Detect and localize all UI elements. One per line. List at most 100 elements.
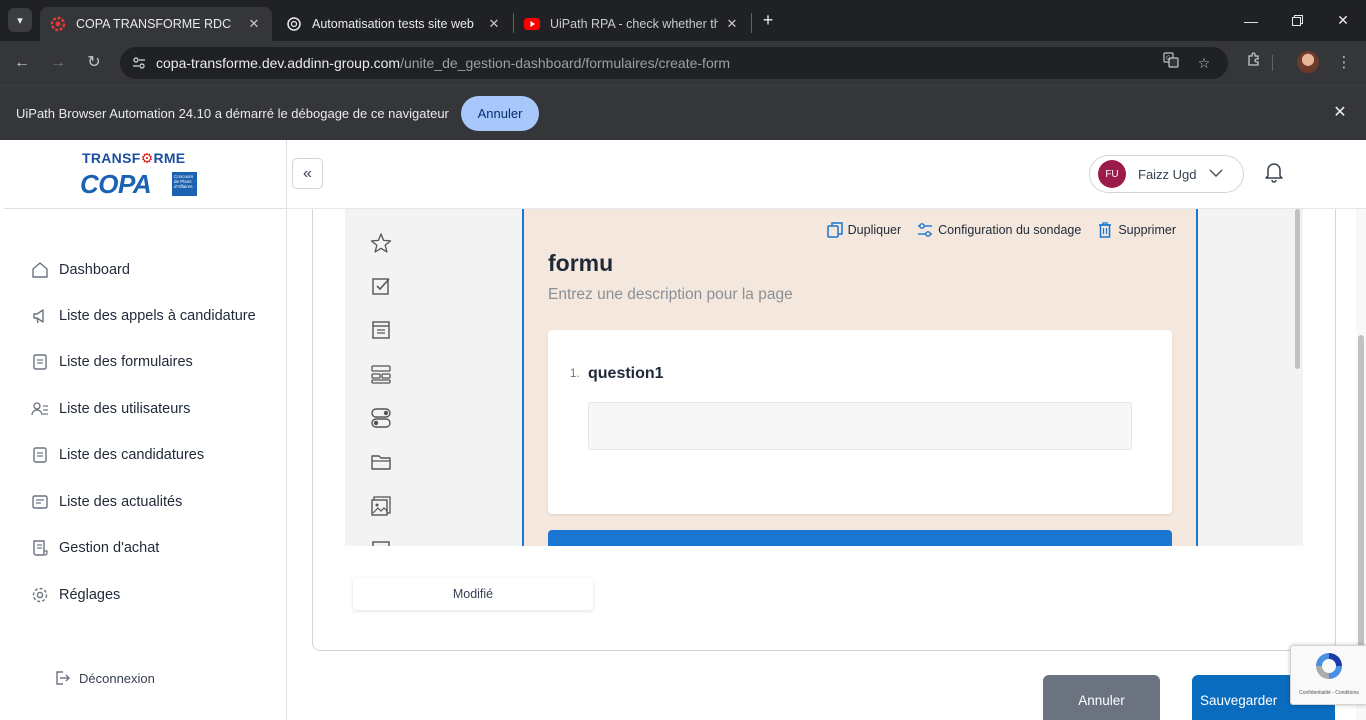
forward-icon[interactable]: → (46, 51, 70, 75)
question-number: 1. (570, 368, 580, 380)
sidebar-divider (4, 208, 287, 209)
restore-icon[interactable] (1274, 0, 1320, 41)
recaptcha-badge[interactable]: Confidentialité - Conditions (1290, 645, 1366, 705)
cancel-button[interactable]: Annuler (1043, 675, 1160, 720)
notification-bell-icon[interactable] (1262, 160, 1286, 184)
form-description[interactable]: Entrez une description pour la page (548, 286, 793, 304)
tab-close-icon[interactable]: ✕ (246, 16, 262, 32)
survey-page-panel[interactable]: Dupliquer Configuration du sondage Suppr… (522, 209, 1198, 546)
tab-separator (751, 13, 752, 33)
svg-text:G: G (1166, 55, 1171, 62)
duplicate-button[interactable]: Dupliquer (826, 222, 902, 238)
home-icon (30, 260, 50, 280)
debug-infobar: UiPath Browser Automation 24.10 a démarr… (0, 85, 1366, 140)
sidebar: TRANSF⚙RME COPA Concours de Plans d'Affa… (0, 140, 287, 720)
avatar: FU (1098, 160, 1126, 188)
sidebar-item-actualites[interactable]: Liste des actualités (30, 492, 182, 512)
tab-title: Automatisation tests site web (312, 17, 474, 31)
minimize-icon[interactable]: — (1228, 0, 1274, 41)
multiple-text-icon[interactable] (369, 362, 393, 386)
sidebar-item-label: Liste des formulaires (59, 354, 193, 370)
openai-favicon-icon (286, 16, 302, 32)
sidebar-item-gestion-achat[interactable]: Gestion d'achat (30, 538, 159, 558)
sidebar-item-label: Réglages (59, 587, 121, 603)
document-icon (30, 445, 50, 465)
tab-copa-transforme[interactable]: COPA TRANSFORME RDC ✕ (40, 7, 272, 41)
tab-search-button[interactable]: ▾ (8, 8, 32, 32)
chevron-down-icon (1209, 168, 1223, 180)
trash-icon (1097, 222, 1113, 238)
infobar-close-icon[interactable]: ✕ (1330, 103, 1350, 123)
star-icon[interactable] (369, 231, 393, 255)
folder-icon[interactable] (369, 450, 393, 474)
logo-line1: TRANSF⚙RME (82, 150, 186, 166)
sidebar-item-reglages[interactable]: Réglages (30, 585, 120, 605)
delete-button[interactable]: Supprimer (1097, 222, 1176, 238)
panel-icon[interactable] (369, 538, 393, 546)
browser-toolbar: ← → ↻ copa-transforme.dev.addinn-group.c… (0, 41, 1366, 85)
address-bar[interactable]: copa-transforme.dev.addinn-group.com/uni… (120, 47, 1228, 79)
modified-tab[interactable]: Modifié (353, 578, 593, 610)
question-title[interactable]: question1 (588, 365, 664, 383)
site-info-icon[interactable] (128, 52, 150, 74)
gear-icon (30, 585, 50, 605)
tab-close-icon[interactable]: ✕ (486, 16, 502, 32)
infobar-message: UiPath Browser Automation 24.10 a démarr… (16, 106, 449, 121)
form-creator: Dupliquer Configuration du sondage Suppr… (345, 209, 1303, 546)
copa-transforme-logo[interactable]: TRANSF⚙RME COPA Concours de Plans d'Affa… (80, 147, 200, 199)
translate-icon[interactable]: G (1160, 52, 1182, 74)
new-tab-icon[interactable]: + (758, 10, 778, 30)
sidebar-item-label: Liste des candidatures (59, 447, 205, 463)
add-question-bar[interactable] (548, 530, 1172, 546)
form-title[interactable]: formu (548, 250, 613, 277)
settings-sliders-icon (917, 222, 933, 238)
sidebar-item-formulaires[interactable]: Liste des formulaires (30, 352, 193, 372)
tab-title: COPA TRANSFORME RDC (76, 17, 232, 31)
user-menu[interactable]: FU Faizz Ugd (1089, 155, 1244, 193)
reload-icon[interactable]: ↻ (82, 51, 106, 75)
user-name: Faizz Ugd (1138, 166, 1197, 182)
news-icon (30, 492, 50, 512)
comment-icon[interactable] (369, 318, 393, 342)
infobar-cancel-button[interactable]: Annuler (461, 96, 539, 131)
collapse-sidebar-button[interactable]: « (292, 158, 323, 189)
editor-scrollbar[interactable] (1295, 209, 1300, 369)
logout-button[interactable]: Déconnexion (52, 668, 155, 688)
copa-favicon-icon (50, 16, 66, 32)
extensions-icon[interactable] (1242, 51, 1266, 75)
toggle-icon[interactable] (369, 406, 393, 430)
sidebar-item-label: Liste des appels à candidature (59, 308, 256, 324)
recaptcha-text[interactable]: Confidentialité - Conditions (1293, 690, 1365, 696)
app-page: TRANSF⚙RME COPA Concours de Plans d'Affa… (0, 140, 1366, 720)
chrome-menu-icon[interactable]: ⋮ (1332, 51, 1356, 75)
question-answer-input[interactable] (588, 402, 1132, 450)
question-toolbox (345, 209, 417, 546)
window-close-icon[interactable]: ✕ (1320, 0, 1366, 41)
duplicate-label: Dupliquer (847, 223, 902, 237)
browser-tabstrip: ▾ COPA TRANSFORME RDC ✕ Automatisation t… (0, 0, 1366, 41)
profile-avatar[interactable] (1297, 51, 1319, 73)
checkbox-icon[interactable] (369, 274, 393, 298)
sidebar-item-candidatures[interactable]: Liste des candidatures (30, 445, 204, 465)
youtube-favicon-icon (524, 16, 540, 32)
logout-icon (52, 668, 72, 688)
tab-uipath-youtube[interactable]: UiPath RPA - check whether the ✕ (514, 7, 750, 41)
bookmark-star-icon[interactable]: ☆ (1193, 52, 1215, 74)
back-icon[interactable]: ← (10, 51, 34, 75)
tab-close-icon[interactable]: ✕ (724, 16, 740, 32)
sidebar-item-appels[interactable]: Liste des appels à candidature (30, 306, 256, 326)
sidebar-item-dashboard[interactable]: Dashboard (30, 260, 130, 280)
sidebar-item-label: Dashboard (59, 262, 130, 278)
question-card[interactable]: 1. question1 (548, 330, 1172, 514)
survey-settings-button[interactable]: Configuration du sondage (917, 222, 1081, 238)
sidebar-item-utilisateurs[interactable]: Liste des utilisateurs (30, 399, 190, 419)
document-icon (30, 352, 50, 372)
page-scrollbar[interactable] (1358, 335, 1364, 668)
page-actions: Dupliquer Configuration du sondage Suppr… (811, 222, 1176, 238)
tab-automatisation-tests[interactable]: Automatisation tests site web ✕ (276, 7, 512, 41)
receipt-icon (30, 538, 50, 558)
sidebar-item-label: Liste des actualités (59, 494, 183, 510)
recaptcha-icon (1313, 650, 1345, 682)
image-icon[interactable] (369, 494, 393, 518)
url-text: copa-transforme.dev.addinn-group.com/uni… (156, 55, 731, 71)
